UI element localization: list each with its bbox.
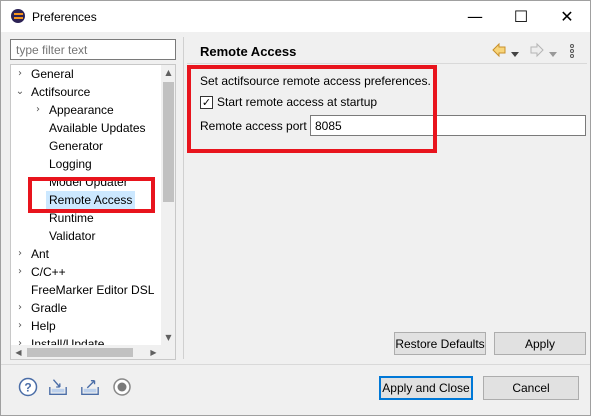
window-title: Preferences xyxy=(32,10,97,24)
filter-input[interactable] xyxy=(10,39,176,60)
scroll-thumb[interactable] xyxy=(163,82,174,202)
apply-button[interactable]: Apply xyxy=(494,332,586,355)
view-menu-icon[interactable] xyxy=(569,42,575,60)
tree-vertical-scrollbar[interactable]: ▲ ▼ xyxy=(161,65,175,345)
preferences-dialog: Preferences — ☐ ✕ › General ⌄ Actifsource › A… xyxy=(0,0,591,416)
page-navigation xyxy=(487,41,579,59)
tree-item-label: General xyxy=(31,67,74,81)
collapsed-twisty-icon[interactable]: › xyxy=(15,299,25,317)
tree-item-label: Generator xyxy=(49,139,104,153)
scroll-down-icon[interactable]: ▼ xyxy=(161,330,175,345)
header-separator xyxy=(187,63,587,64)
cancel-button[interactable]: Cancel xyxy=(483,376,579,400)
scroll-left-icon[interactable]: ◀ xyxy=(11,345,26,359)
tree-item-label: Validator xyxy=(49,229,96,243)
tree-item-label: Appearance xyxy=(49,103,114,117)
tree-item-label: Ant xyxy=(31,247,50,261)
collapsed-twisty-icon[interactable]: › xyxy=(33,101,43,119)
scroll-up-icon[interactable]: ▲ xyxy=(161,65,175,80)
forward-dropdown-icon[interactable] xyxy=(549,46,557,64)
scroll-right-icon[interactable]: ▶ xyxy=(146,345,161,359)
remote-access-tree-highlight xyxy=(28,177,155,213)
panel-sash[interactable] xyxy=(183,37,184,359)
scroll-corner xyxy=(161,345,175,359)
maximize-button[interactable]: ☐ xyxy=(498,1,544,32)
restore-defaults-button[interactable]: Restore Defaults xyxy=(394,332,486,355)
tree-item-label: FreeMarker Editor DSL xyxy=(31,283,155,297)
page-title: Remote Access xyxy=(200,44,297,59)
scroll-thumb-horizontal[interactable] xyxy=(27,348,133,357)
tree-horizontal-scrollbar[interactable]: ◀ ▶ xyxy=(11,345,161,359)
export-icon[interactable] xyxy=(80,377,100,397)
expanded-twisty-icon[interactable]: ⌄ xyxy=(15,83,25,101)
help-icon[interactable]: ? xyxy=(18,377,38,397)
tree-item-label: C/C++ xyxy=(31,265,66,279)
collapsed-twisty-icon[interactable]: › xyxy=(15,65,25,83)
title-bar: Preferences — ☐ ✕ xyxy=(1,1,590,32)
apply-and-close-button[interactable]: Apply and Close xyxy=(379,376,473,400)
tree-item-label: Gradle xyxy=(31,301,68,315)
footer-separator xyxy=(1,364,590,365)
minimize-button[interactable]: — xyxy=(452,1,498,32)
collapsed-twisty-icon[interactable]: › xyxy=(15,263,25,281)
tree-item-label: Logging xyxy=(49,157,92,171)
tree-item-label: Actifsource xyxy=(31,85,91,99)
eclipse-app-icon xyxy=(11,9,25,23)
oomph-icon[interactable] xyxy=(112,377,132,397)
back-arrow-icon[interactable] xyxy=(491,41,507,59)
remote-access-settings-highlight xyxy=(187,65,437,153)
svg-text:?: ? xyxy=(24,381,31,395)
tree-item-label: Available Updates xyxy=(49,121,146,135)
import-icon[interactable] xyxy=(48,377,68,397)
close-button[interactable]: ✕ xyxy=(544,1,590,32)
forward-arrow-icon[interactable] xyxy=(529,41,545,59)
collapsed-twisty-icon[interactable]: › xyxy=(15,317,25,335)
back-dropdown-icon[interactable] xyxy=(511,46,519,64)
tree-item-label: Help xyxy=(31,319,56,333)
collapsed-twisty-icon[interactable]: › xyxy=(15,245,25,263)
